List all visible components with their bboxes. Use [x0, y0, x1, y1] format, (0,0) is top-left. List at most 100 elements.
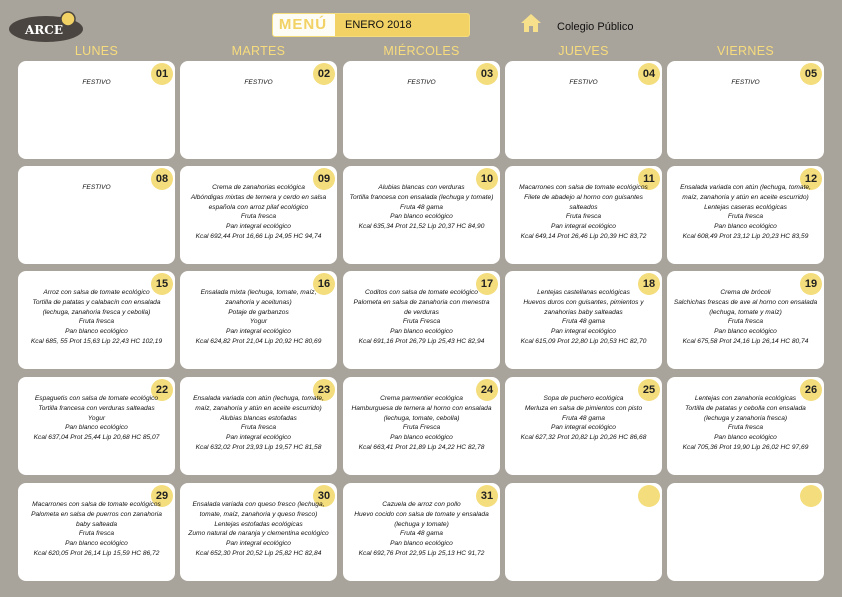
- menu-lines: FESTIVO: [511, 78, 656, 88]
- day-card: 12 Ensalada variada con atún (lechuga, to…: [667, 166, 824, 264]
- menu-lines: Lentejas con zanahoria ecológicas Tortill…: [673, 394, 818, 453]
- menu-line: Tortilla de patatas y cebolla con ensala…: [685, 404, 806, 422]
- menu-line: Kcal 620,05 Prot 26,14 Lip 15,59 HC 86,7…: [33, 549, 160, 557]
- menu-line: Fruta 48 gama: [400, 203, 443, 211]
- menu-lines: Arroz con salsa de tomate ecológico Torti…: [24, 288, 169, 347]
- menu-lines: Cazuela de arroz con pollo Huevo cocido c…: [349, 500, 494, 559]
- menu-line: Pan integral ecológico: [551, 223, 616, 231]
- menu-line: Ensalada variada con queso fresco (lechu…: [192, 501, 325, 518]
- menu-line: Fruta fresca: [78, 318, 115, 326]
- menu-line: Fruta fresca: [727, 424, 764, 432]
- menu-lines: Ensalada mixta (lechuga, tomate, maíz, z…: [186, 288, 331, 347]
- menu-line: Tortilla francesa con ensalada (lechuga …: [349, 193, 494, 201]
- menu-line: Pan blanco ecológico: [390, 434, 453, 442]
- menu-line: Yogur: [87, 414, 106, 422]
- menu-lines: Ensalada variada con atún (lechuga, toma…: [186, 394, 331, 453]
- logo-text: ARCE: [24, 23, 63, 37]
- menu-line: Kcal 675,58 Prot 24,16 Lip 26,14 HC 80,7…: [682, 337, 809, 345]
- menu-month: ENERO 2018: [335, 14, 469, 36]
- home-icon: [521, 14, 541, 32]
- day-card: 16 Ensalada mixta (lechuga, tomate, maíz,…: [180, 271, 337, 369]
- menu-line: Alubias blancas estofadas: [220, 414, 297, 422]
- menu-line: Pan blanco ecológico: [714, 223, 777, 231]
- menu-title: MENÚ: [278, 16, 328, 33]
- day-card: 03 FESTIVO: [343, 61, 500, 159]
- menu-line: Pan blanco ecológico: [390, 540, 453, 548]
- menu-line: Fruta fresca: [240, 424, 277, 432]
- menu-line: Crema de zanahorias ecológica: [212, 184, 305, 191]
- menu-line: Kcal 685, 55 Prot 15,63 Lip 22,43 HC 102…: [30, 337, 163, 345]
- day-card: [667, 483, 824, 581]
- menu-line: Lentejas caseras ecológicas: [704, 203, 787, 211]
- menu-lines: Ensalada variada con atún (lechuga, toma…: [673, 183, 818, 242]
- menu-line: FESTIVO: [244, 79, 273, 86]
- menu-lines: FESTIVO: [673, 78, 818, 88]
- menu-line: Kcal 652,30 Prot 20,52 Lip 25,82 HC 82,8…: [195, 549, 322, 557]
- menu-line: Fruta 48 gama: [562, 414, 605, 422]
- menu-lines: Macarrones con salsa de tomate ecológico…: [24, 500, 169, 559]
- menu-line: Huevo cocido con salsa de tomate y ensal…: [354, 510, 489, 528]
- menu-line: Pan integral ecológico: [226, 540, 291, 548]
- menu-line: Pan integral ecológico: [226, 328, 291, 336]
- menu-line: Kcal 663,41 Prot 21,89 Lip 24,22 HC 82,7…: [358, 443, 485, 451]
- menu-line: Ensalada mixta (lechuga, tomate, maíz, z…: [200, 289, 317, 306]
- day-card: 18 Lentejas castellanas ecológicas Huevos …: [505, 271, 662, 369]
- menu-lines: Ensalada variada con queso fresco (lechu…: [186, 500, 331, 559]
- day-card: 05 FESTIVO: [667, 61, 824, 159]
- menu-line: Pan blanco ecológico: [65, 540, 128, 548]
- menu-line: Pan blanco ecológico: [390, 213, 453, 221]
- menu-line: Macarrones con salsa de tomate ecológico…: [32, 501, 161, 508]
- menu-line: Pan blanco ecológico: [714, 328, 777, 336]
- menu-line: FESTIVO: [82, 184, 111, 191]
- menu-line: Yogur: [249, 318, 268, 326]
- menu-line: Alubias blancas con verduras: [378, 184, 465, 191]
- day-header: JUEVES: [558, 44, 609, 58]
- menu-lines: Macarrones con salsa de tomate ecológico…: [511, 183, 656, 242]
- menu-line: Albóndigas mixtas de ternera y cerdo en …: [190, 193, 327, 211]
- menu-line: Lentejas estofadas ecológicas: [214, 520, 303, 528]
- day-card: 31 Cazuela de arroz con pollo Huevo cocido…: [343, 483, 500, 581]
- menu-line: Pan integral ecológico: [226, 434, 291, 442]
- menu-line: FESTIVO: [407, 79, 436, 86]
- day-card: 09 Crema de zanahorias ecológica Albóndiga…: [180, 166, 337, 264]
- menu-line: Kcal 649,14 Prot 26,46 Lip 20,39 HC 83,7…: [520, 232, 647, 240]
- menu-line: Fruta fresca: [78, 530, 115, 538]
- day-card: 17 Coditos con salsa de tomate ecológico P…: [343, 271, 500, 369]
- menu-line: Filete de abadejo al horno con guisantes…: [524, 193, 643, 211]
- menu-line: Ensalada variada con atún (lechuga, toma…: [680, 184, 811, 201]
- menu-line: Pan blanco ecológico: [65, 328, 128, 336]
- menu-line: Tortilla de patatas y calabacín con ensa…: [32, 298, 161, 316]
- menu-line: Kcal 705,36 Prot 19,90 Lip 26,02 HC 97,6…: [682, 443, 809, 451]
- school-name: Colegio Público: [557, 21, 634, 33]
- day-card: 23 Ensalada variada con atún (lechuga, to…: [180, 377, 337, 475]
- menu-line: FESTIVO: [82, 79, 111, 86]
- menu-line: Pan blanco ecológico: [65, 424, 128, 432]
- day-number: [800, 485, 822, 507]
- menu-line: Macarrones con salsa de tomate ecológico…: [519, 184, 648, 191]
- menu-line: Fruta Fresca: [402, 318, 441, 326]
- day-card: 15 Arroz con salsa de tomate ecológico Tor…: [18, 271, 175, 369]
- menu-line: Kcal 692,76 Prot 22,95 Lip 25,13 HC 91,7…: [358, 549, 485, 557]
- menu-line: Ensalada variada con atún (lechuga, toma…: [193, 395, 324, 412]
- menu-line: Kcal 691,16 Prot 26,79 Lip 25,43 HC 82,9…: [358, 337, 485, 345]
- menu-line: Lentejas castellanas ecológicas: [537, 289, 630, 296]
- day-card: 22 Espaguetis con salsa de tomate ecológi…: [18, 377, 175, 475]
- menu-line: Tortilla francesa con verduras salteadas: [38, 404, 155, 412]
- menu-line: Espaguetis con salsa de tomate ecológico: [34, 395, 159, 402]
- menu-line: Hamburguesa de ternera al horno con ensa…: [351, 404, 492, 422]
- menu-line: Fruta 48 gama: [400, 530, 443, 538]
- menu-line: Kcal 637,04 Prot 25,44 Lip 20,68 HC 85,0…: [33, 434, 160, 442]
- menu-line: Fruta fresca: [727, 318, 764, 326]
- menu-line: Kcal 615,09 Prot 22,80 Lip 20,53 HC 82,7…: [520, 337, 647, 345]
- menu-line: Pan integral ecológico: [551, 328, 616, 336]
- menu-lines: Crema de brócoli Salchichas frescas de av…: [673, 288, 818, 347]
- menu-lines: Crema parmentier ecológica Hamburguesa de…: [349, 394, 494, 453]
- menu-line: Huevos duros con guisantes, pimientos y …: [523, 298, 644, 316]
- day-header: LUNES: [74, 44, 119, 58]
- menu-line: Salchichas frescas de ave al horno con e…: [673, 298, 818, 316]
- menu-lines: FESTIVO: [24, 78, 169, 88]
- day-card: 25 Sopa de puchero ecológica Merluza en sa…: [505, 377, 662, 475]
- day-card: 24 Crema parmentier ecológica Hamburguesa …: [343, 377, 500, 475]
- menu-line: Lentejas con zanahoria ecológicas: [694, 395, 797, 402]
- day-card: 10 Alubias blancas con verduras Tortilla f…: [343, 166, 500, 264]
